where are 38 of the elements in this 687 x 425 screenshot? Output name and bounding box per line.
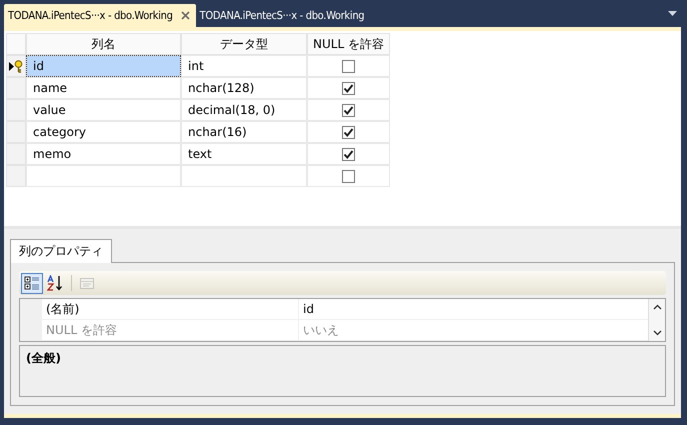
property-name[interactable]: (名前) [42,299,299,319]
properties-tab[interactable]: 列のプロパティ [10,239,112,263]
document-tab[interactable]: TODANA.iPentecS···x - dbo.Working [196,4,370,27]
checkbox[interactable] [342,170,355,182]
checkbox[interactable] [342,148,355,160]
property-pages-icon [79,275,95,291]
property-value[interactable]: id [299,299,648,319]
column-name-cell[interactable]: name [26,77,181,99]
column-header[interactable]: NULL を許容 [307,33,390,55]
column-name-cell[interactable]: memo [26,143,181,165]
column-name-cell[interactable]: category [26,121,181,143]
dropdown-icon[interactable] [668,11,677,16]
row-header[interactable] [6,55,26,77]
data-type-cell[interactable]: text [181,143,307,165]
document-tab[interactable]: TODANA.iPentecS···x - dbo.Working [4,4,196,27]
column-name-cell[interactable] [26,165,181,187]
sort-az-icon [47,275,65,291]
categorized-icon [24,275,40,291]
data-type-cell[interactable]: int [181,55,307,77]
close-icon[interactable] [180,11,190,20]
data-type-cell[interactable]: nchar(128) [181,77,307,99]
key-icon [14,60,23,72]
scrollbar[interactable] [648,299,665,341]
categorized-button[interactable] [21,272,43,294]
checkbox[interactable] [342,82,355,94]
checkbox[interactable] [342,104,355,116]
current-row-icon [9,62,14,70]
description-title: (全般) [26,351,61,365]
column-name-cell[interactable]: value [26,99,181,121]
scroll-up-icon[interactable] [652,304,662,310]
checkbox[interactable] [342,60,355,72]
column-header[interactable]: 列名 [26,33,181,55]
checkbox[interactable] [342,126,355,138]
data-type-cell[interactable]: decimal(18, 0) [181,99,307,121]
scroll-down-icon[interactable] [652,330,662,336]
column-name-cell[interactable]: id [26,55,181,77]
column-header[interactable]: データ型 [181,33,307,55]
data-type-cell[interactable]: nchar(16) [181,121,307,143]
